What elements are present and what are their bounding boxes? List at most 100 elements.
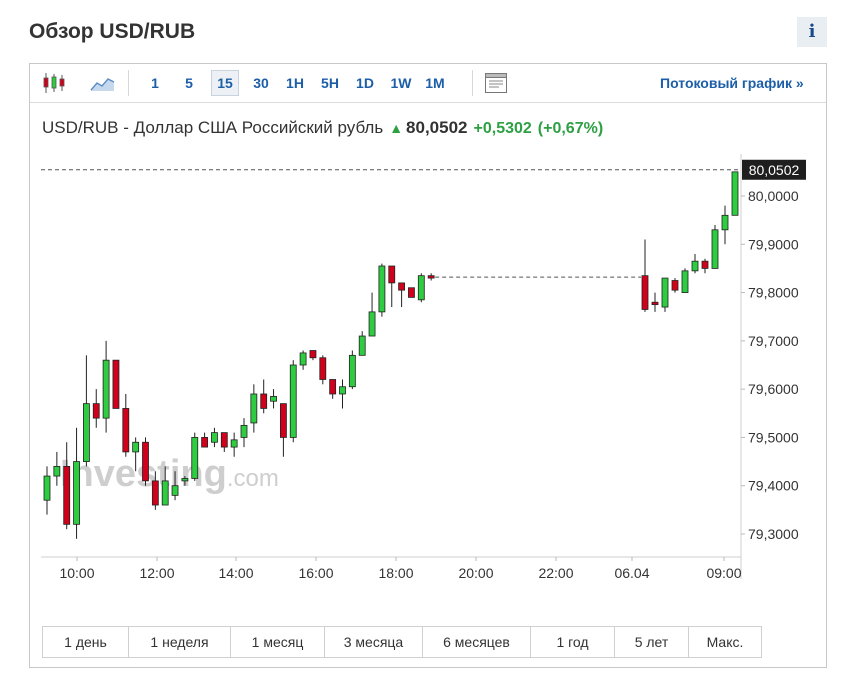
candle-down <box>398 282 406 291</box>
candle-up <box>191 437 199 479</box>
candle-up <box>181 478 189 482</box>
range-button[interactable]: 6 месяцев <box>423 627 531 657</box>
y-tick-label: 79,7000 <box>748 333 799 349</box>
range-button[interactable]: 1 месяц <box>231 627 325 657</box>
candle-down <box>329 379 337 395</box>
instrument-price: 80,0502 <box>406 118 468 137</box>
candle-up <box>691 260 699 272</box>
candle-down <box>92 403 100 419</box>
candle-down <box>671 280 679 291</box>
timeframe-1m[interactable]: 1M <box>419 70 451 96</box>
candle-up <box>240 424 248 438</box>
instrument-change: +0,5302 <box>473 120 532 137</box>
x-tick-label: 16:00 <box>298 565 333 581</box>
x-tick-label: 12:00 <box>139 565 174 581</box>
candle-up <box>299 352 307 366</box>
range-button[interactable]: 1 неделя <box>129 627 231 657</box>
timeframe-5[interactable]: 5 <box>176 70 202 96</box>
watermark-logo: Investing.com <box>60 453 279 495</box>
candle-up <box>211 432 218 443</box>
candle-up <box>83 403 90 462</box>
candle-down <box>201 437 209 448</box>
instrument-name: USD/RUB - Доллар США Российский рубль <box>42 118 384 137</box>
x-tick-label: 14:00 <box>218 565 253 581</box>
candle-up <box>339 386 346 395</box>
candle-up <box>378 265 386 313</box>
y-tick-label: 79,4000 <box>748 478 799 494</box>
range-button[interactable]: 1 день <box>43 627 129 657</box>
y-tick-label: 79,9000 <box>748 236 799 252</box>
timeframe-1d[interactable]: 1D <box>350 70 380 96</box>
candle-up <box>368 311 376 337</box>
range-button[interactable]: 1 год <box>531 627 615 657</box>
x-tick-label: 18:00 <box>378 565 413 581</box>
candle-down <box>112 359 120 409</box>
chart-panel: 1 5 15 30 1H 5H 1D 1W 1M Потоковый график » USD/… <box>29 63 827 668</box>
area-chart-type-icon[interactable] <box>88 69 116 97</box>
page-title: Обзор USD/RUB <box>29 20 196 43</box>
candle-up <box>721 214 729 231</box>
candle-down <box>309 350 317 359</box>
info-button[interactable]: i <box>797 17 827 47</box>
x-tick-label: 10:00 <box>59 565 94 581</box>
timeframe-15[interactable]: 15 <box>211 70 239 96</box>
streaming-chart-link[interactable]: Потоковый график » <box>660 70 804 96</box>
candlestick-type-icon[interactable] <box>40 69 68 97</box>
chart-settings-icon[interactable] <box>482 69 510 97</box>
arrow-up-icon: ▲ <box>389 120 404 136</box>
candle-down <box>641 275 649 310</box>
instrument-change-pct: (+0,67%) <box>537 120 604 137</box>
timeframe-5h[interactable]: 5H <box>315 70 345 96</box>
y-tick-label: 79,6000 <box>748 381 799 397</box>
y-tick-label: 80,0000 <box>748 188 799 204</box>
candle-down <box>388 265 396 284</box>
candle-up <box>711 229 719 269</box>
candle-up <box>289 364 297 438</box>
candle-up <box>358 335 366 356</box>
range-selector: 1 день 1 неделя 1 месяц 3 месяца 6 месяцев 1 … <box>42 626 762 658</box>
candle-up <box>681 270 689 293</box>
candle-up <box>348 354 356 388</box>
candle-up <box>53 465 61 477</box>
timeframe-1h[interactable]: 1H <box>280 70 310 96</box>
candle-down <box>142 441 149 482</box>
x-tick-label: 06.04 <box>614 565 649 581</box>
y-tick-label: 79,3000 <box>748 526 799 542</box>
candle-up <box>731 171 739 216</box>
candle-down <box>220 432 228 448</box>
timeframe-1[interactable]: 1 <box>142 70 168 96</box>
chart-toolbar: 1 5 15 30 1H 5H 1D 1W 1M Потоковый график » <box>30 64 826 103</box>
candle-down <box>260 393 268 409</box>
candle-up <box>102 359 110 419</box>
range-button[interactable]: 5 лет <box>615 627 689 657</box>
candle-up <box>250 393 258 424</box>
candle-down <box>319 357 327 380</box>
toolbar-divider <box>128 70 129 96</box>
range-button[interactable]: Макс. <box>689 627 761 657</box>
y-tick-label: 79,5000 <box>748 429 799 445</box>
candle-up <box>73 461 80 525</box>
candle-down <box>151 480 159 506</box>
candle-down <box>279 403 287 438</box>
candle-up <box>132 441 140 453</box>
toolbar-divider <box>472 70 473 96</box>
candle-up <box>661 277 669 308</box>
candle-up <box>230 439 238 448</box>
candle-down <box>63 465 71 525</box>
candle-up <box>161 480 169 506</box>
range-button[interactable]: 3 месяца <box>325 627 423 657</box>
instrument-headline: USD/RUB - Доллар США Российский рубль ▲ 80… <box>42 118 603 138</box>
candle-up <box>171 485 179 496</box>
candlestick-chart[interactable]: Investing.com 79,3000 79,4000 79,5000 79,600… <box>30 154 826 584</box>
candle-up <box>270 395 277 402</box>
x-tick-label: 22:00 <box>538 565 573 581</box>
timeframe-30[interactable]: 30 <box>246 70 276 96</box>
candle-up <box>43 475 51 501</box>
x-tick-label: 09:00 <box>706 565 741 581</box>
candle-down <box>122 408 130 453</box>
candle-down <box>408 287 415 298</box>
candle-down <box>651 301 659 306</box>
candle-down <box>701 260 709 269</box>
timeframe-1w[interactable]: 1W <box>385 70 417 96</box>
x-tick-label: 20:00 <box>458 565 493 581</box>
